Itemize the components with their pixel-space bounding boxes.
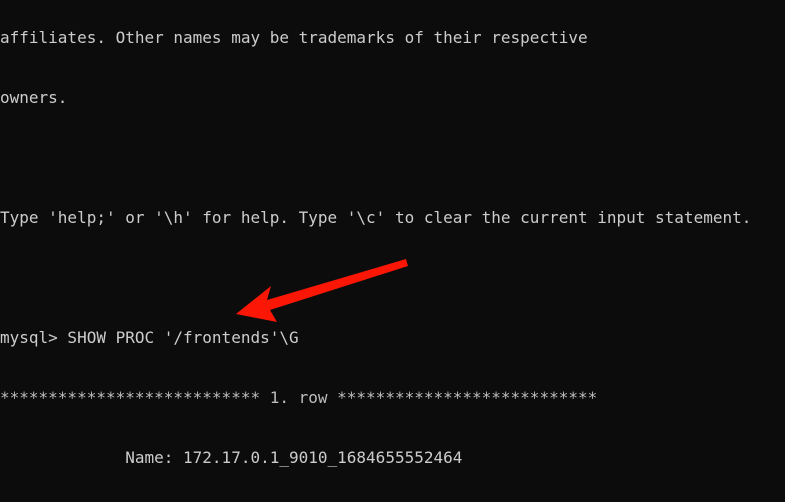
terminal-window[interactable]: affiliates. Other names may be trademark… [0, 0, 785, 502]
command-line: mysql> SHOW PROC '/frontends'\G [0, 328, 299, 347]
help-hint-line: Type 'help;' or '\h' for help. Type '\c'… [0, 208, 752, 227]
field-name: Name: 172.17.0.1_9010_1684655552464 [0, 448, 463, 467]
terminal-screen-buffer: affiliates. Other names may be trademark… [0, 0, 785, 502]
legal-notice-line-2: owners. [0, 88, 68, 107]
row-separator-line: *************************** 1. row *****… [0, 388, 598, 407]
legal-notice-line-1: affiliates. Other names may be trademark… [0, 28, 588, 47]
